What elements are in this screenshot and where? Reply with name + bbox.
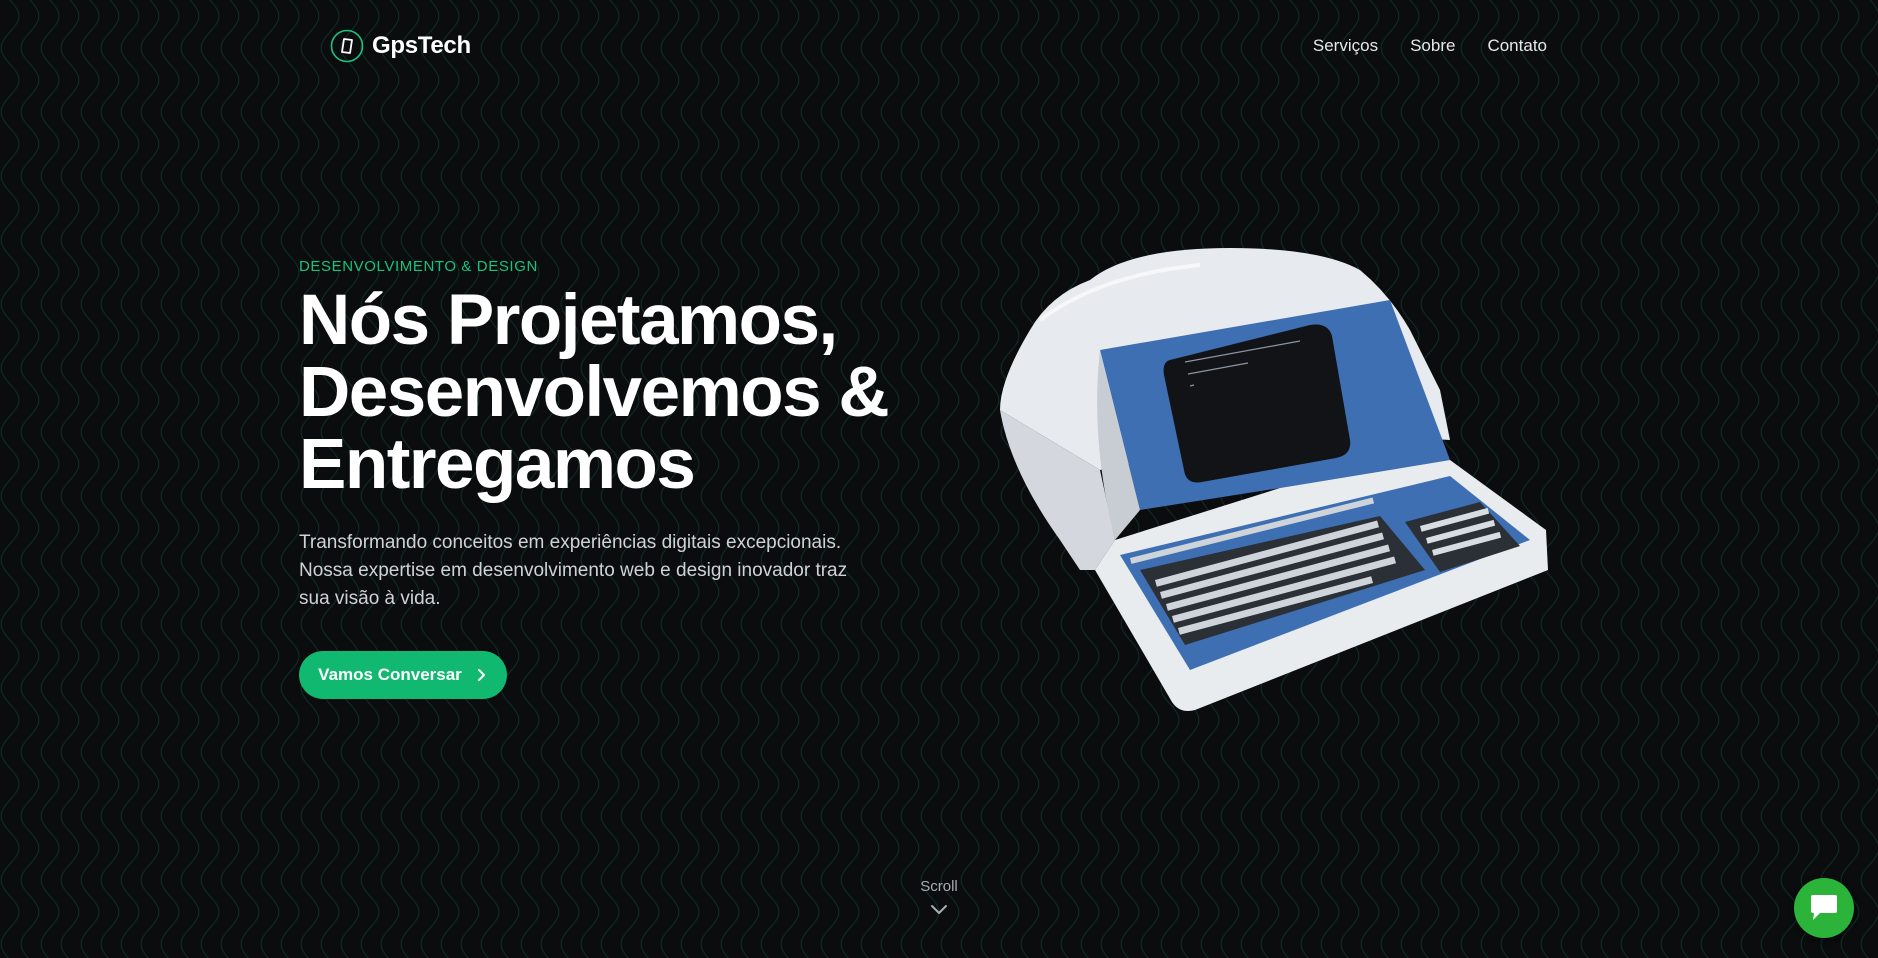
wave-line <box>1640 0 1660 958</box>
wave-background <box>0 0 1878 958</box>
wave-line <box>180 0 200 958</box>
chevron-down-icon <box>931 905 947 914</box>
landing-page: GpsTech Serviços Sobre Contato DESENVOLV… <box>0 0 1878 958</box>
lets-talk-label: Vamos Conversar <box>318 665 462 684</box>
wave-line <box>1600 0 1620 958</box>
wave-line <box>1580 0 1600 958</box>
hero-eyebrow: DESENVOLVIMENTO & DESIGN <box>299 258 538 275</box>
wave-line <box>1780 0 1800 958</box>
wave-line <box>920 0 940 958</box>
wave-line <box>1820 0 1840 958</box>
wave-line <box>1620 0 1640 958</box>
wave-line <box>1740 0 1760 958</box>
scroll-indicator[interactable]: Scroll <box>0 878 1878 915</box>
hero-title-line: Desenvolvemos & <box>299 353 890 432</box>
hero-title: Nós Projetamos, Desenvolvemos & Entregam… <box>299 285 919 501</box>
wave-line <box>280 0 300 958</box>
wave-line <box>1800 0 1820 958</box>
wave-line <box>160 0 180 958</box>
wave-line <box>1720 0 1740 958</box>
wave-line <box>960 0 980 958</box>
logo-text: GpsTech <box>372 32 471 59</box>
lets-talk-button[interactable]: Vamos Conversar <box>299 651 507 699</box>
hero-title-line: Entregamos <box>299 425 696 504</box>
wave-line <box>940 0 960 958</box>
wave-line <box>0 0 20 958</box>
wave-line <box>80 0 100 958</box>
scroll-label: Scroll <box>920 878 958 895</box>
wave-line <box>140 0 160 958</box>
wave-line <box>1700 0 1720 958</box>
logo-link[interactable]: GpsTech <box>330 29 471 63</box>
retro-computer-illustration <box>1000 248 1548 711</box>
wave-line <box>40 0 60 958</box>
wave-line <box>240 0 260 958</box>
wave-line <box>1760 0 1780 958</box>
wave-line <box>1680 0 1700 958</box>
chat-button[interactable] <box>1794 878 1854 938</box>
wave-line <box>1560 0 1580 958</box>
main-nav: Serviços Sobre Contato <box>1313 36 1547 56</box>
wave-line <box>60 0 80 958</box>
wave-line <box>20 0 40 958</box>
wave-line <box>260 0 280 958</box>
wave-line <box>1660 0 1680 958</box>
nav-item-contato[interactable]: Contato <box>1487 36 1547 56</box>
wave-line <box>120 0 140 958</box>
wave-line <box>220 0 240 958</box>
chat-bubble-icon <box>1811 895 1837 920</box>
wave-line <box>1860 0 1878 958</box>
wave-line <box>1840 0 1860 958</box>
site-header: GpsTech Serviços Sobre Contato <box>0 0 1878 96</box>
hero-section: DESENVOLVIMENTO & DESIGN Nós Projetamos,… <box>299 258 919 613</box>
nav-item-servicos[interactable]: Serviços <box>1313 36 1378 56</box>
wave-line <box>100 0 120 958</box>
hero-title-line: Nós Projetamos, <box>299 281 838 360</box>
chevron-right-icon <box>477 669 485 681</box>
wave-line <box>200 0 220 958</box>
logo-icon <box>330 29 364 63</box>
hero-description: Transformando conceitos em experiências … <box>299 532 848 609</box>
nav-item-sobre[interactable]: Sobre <box>1410 36 1455 56</box>
